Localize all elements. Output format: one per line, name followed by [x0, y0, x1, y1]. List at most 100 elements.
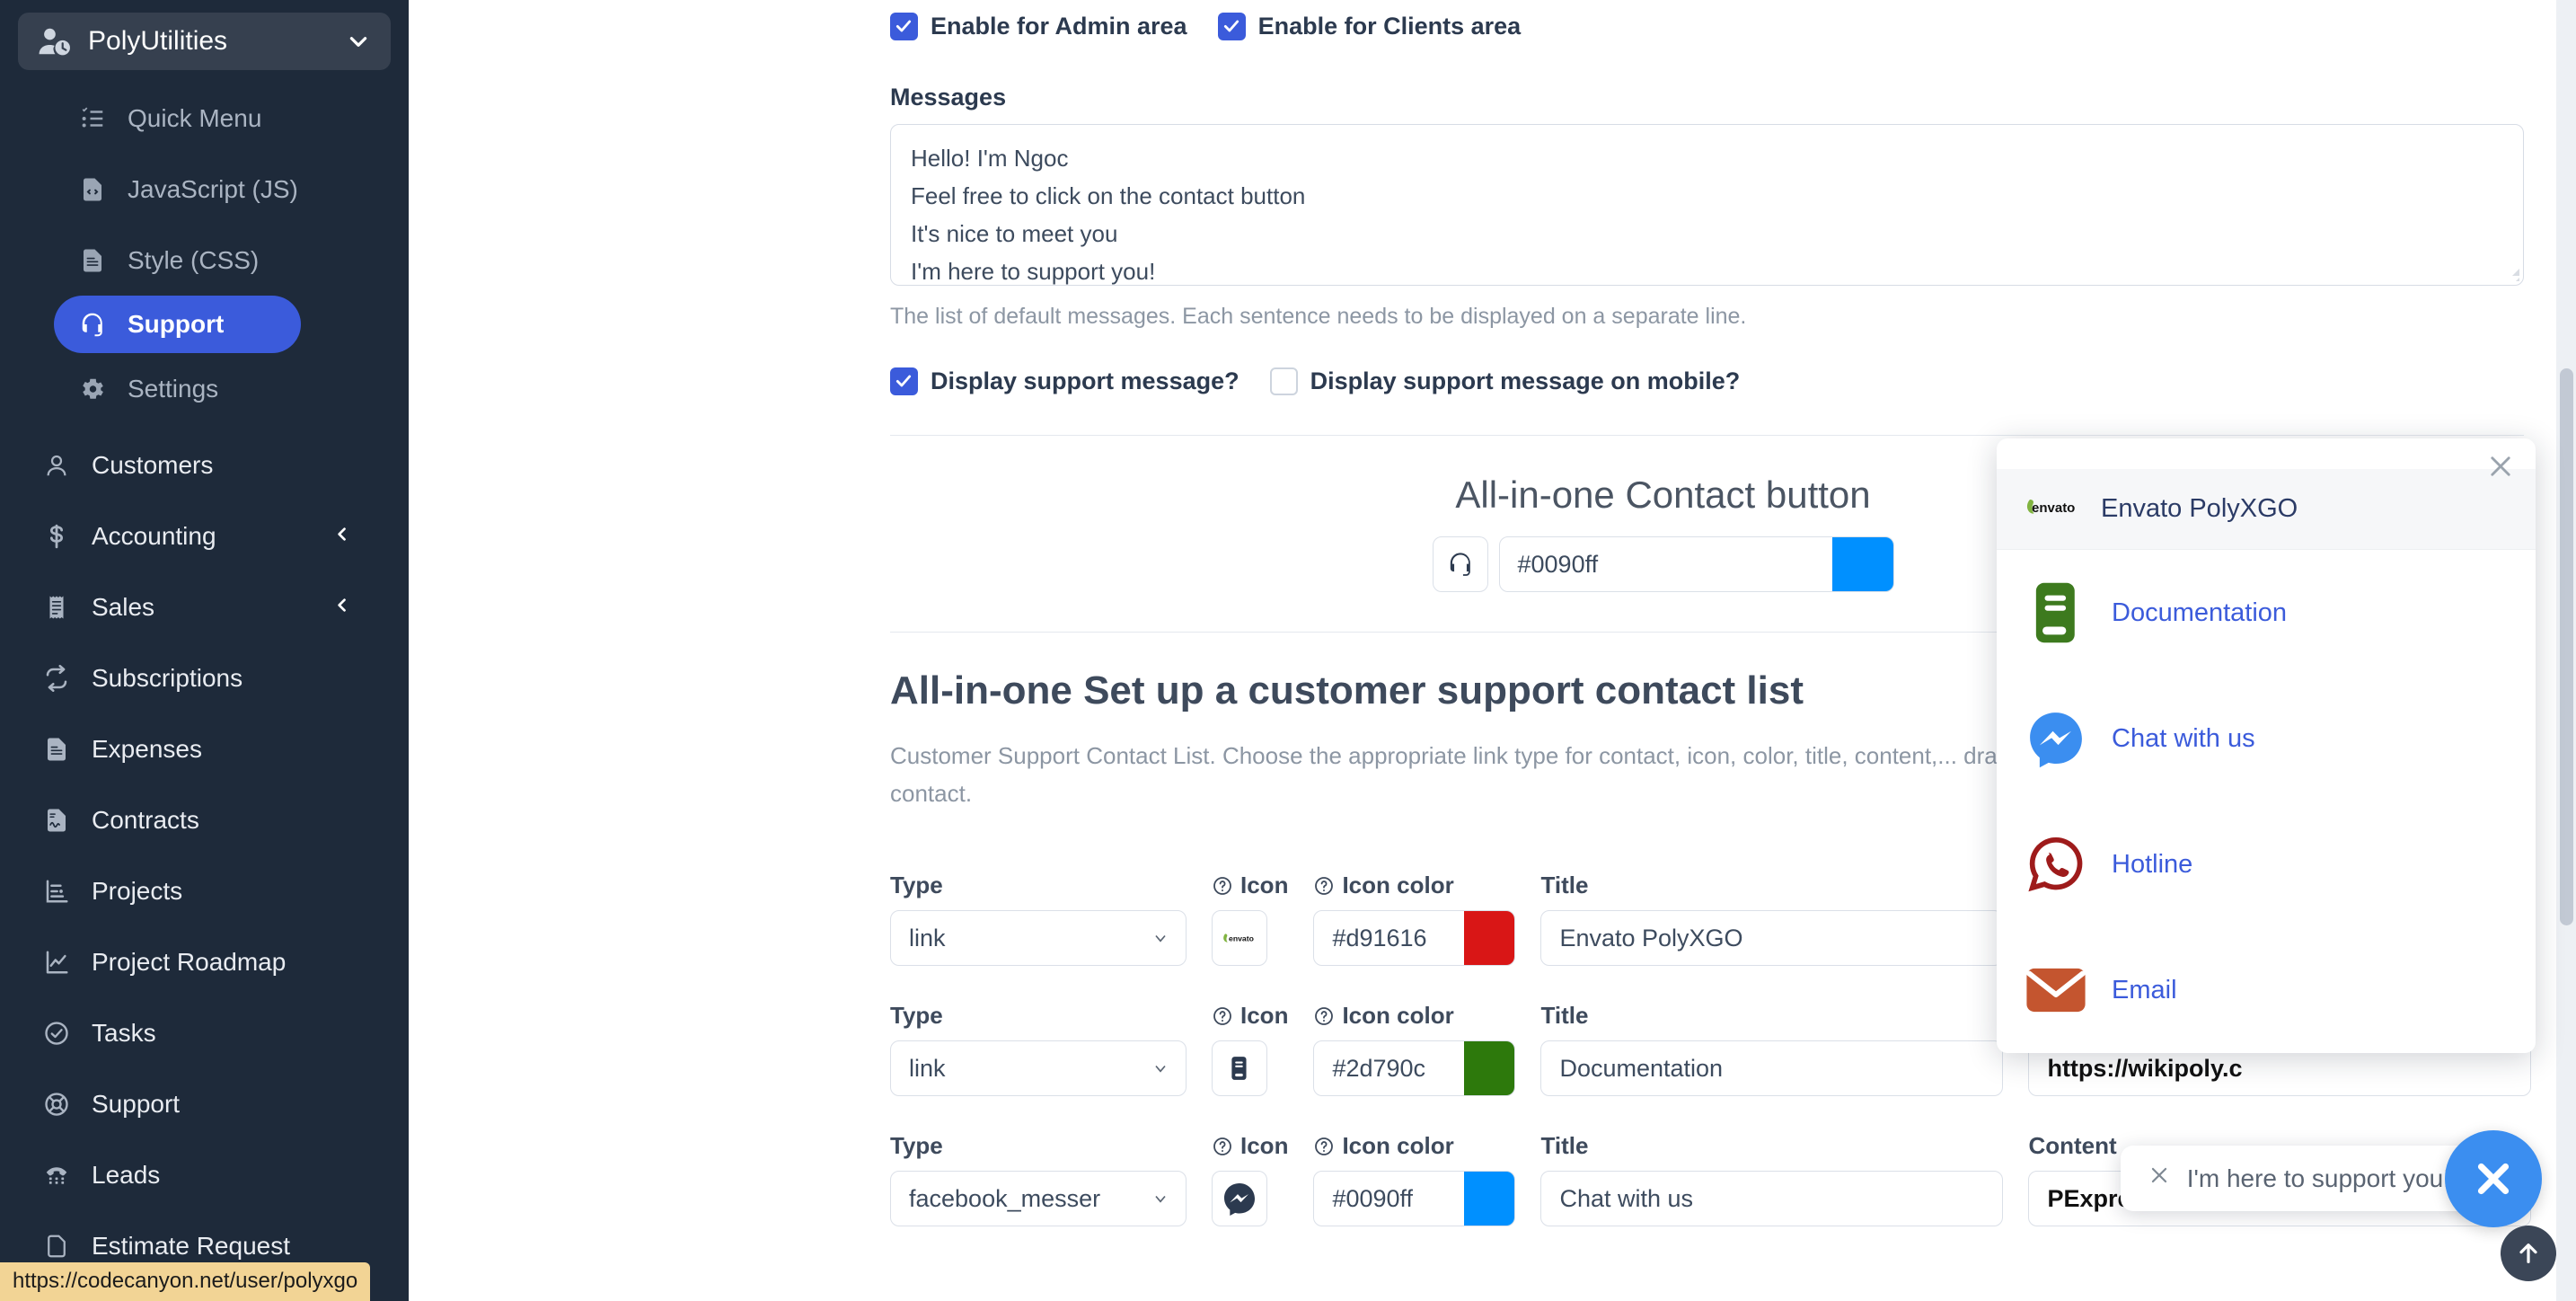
check-circle-icon: [41, 1020, 72, 1047]
close-icon[interactable]: [2148, 1164, 2171, 1193]
sidebar-item-subscriptions[interactable]: Subscriptions: [0, 642, 409, 713]
contact-widget-title: Envato PolyXGO: [2101, 494, 2298, 524]
sidebar-subnav: Quick Menu JavaScript (JS) Style (CSS): [0, 79, 409, 429]
row-type-col: Type link: [890, 1002, 1187, 1096]
headset-icon: [77, 311, 108, 338]
sidebar-item-projects[interactable]: Projects: [0, 855, 409, 926]
help-circle-icon[interactable]: [1313, 1005, 1335, 1027]
help-circle-icon[interactable]: [1212, 875, 1233, 897]
resize-grip-icon: [2505, 267, 2519, 281]
close-icon[interactable]: [2485, 451, 2516, 486]
messenger-icon: [1222, 1181, 1257, 1217]
sidebar-item-project-roadmap[interactable]: Project Roadmap: [0, 926, 409, 997]
envelope-icon: [2024, 965, 2088, 1015]
widget-item-label: Documentation: [2112, 598, 2287, 628]
scrollbar-track[interactable]: [2556, 0, 2576, 1301]
row-icon-color-swatch[interactable]: [1464, 1172, 1514, 1226]
row-icon-color-swatch[interactable]: [1464, 911, 1514, 965]
row-title-input[interactable]: Chat with us: [1540, 1171, 2003, 1226]
sidebar-item-tasks[interactable]: Tasks: [0, 997, 409, 1068]
column-header-icon-color: Icon color: [1313, 1002, 1515, 1030]
contact-button-color-input[interactable]: #0090ff: [1499, 536, 1894, 592]
messages-textarea[interactable]: Hello! I'm Ngoc Feel free to click on th…: [890, 124, 2524, 286]
sidebar-item-settings[interactable]: Settings: [0, 353, 409, 424]
sidebar-item-label: Sales: [92, 593, 154, 622]
row-type-select[interactable]: link: [890, 1040, 1187, 1096]
row-icon-preview[interactable]: [1212, 1040, 1267, 1096]
row-iconcolor-col: Icon color #0090ff: [1313, 1132, 1515, 1226]
row-icon-color-input[interactable]: #d91616: [1313, 910, 1515, 966]
scrollbar-thumb[interactable]: [2560, 368, 2573, 925]
sidebar-brand[interactable]: PolyUtilities: [18, 13, 391, 70]
row-content-value: https://wikipoly.c: [2047, 1055, 2242, 1083]
row-type-select[interactable]: facebook_messer: [890, 1171, 1187, 1226]
help-circle-icon[interactable]: [1313, 875, 1335, 897]
column-header-icon-color: Icon color: [1313, 872, 1515, 899]
sidebar-item-label: Tasks: [92, 1019, 156, 1048]
sidebar-item-quick-menu[interactable]: Quick Menu: [0, 83, 409, 154]
row-icon-color-value: #0090ff: [1314, 1185, 1464, 1213]
display-support-message-label: Display support message?: [931, 367, 1239, 395]
widget-item-documentation[interactable]: Documentation: [1997, 550, 2536, 676]
chevron-down-icon[interactable]: [346, 30, 371, 53]
display-support-message-mobile-checkbox[interactable]: [1270, 367, 1298, 395]
row-icon-color-swatch[interactable]: [1464, 1041, 1514, 1095]
row-title-input[interactable]: Documentation: [1540, 1040, 2003, 1096]
display-support-message-mobile-label: Display support message on mobile?: [1310, 367, 1741, 395]
row-iconcolor-col: Icon color #d91616: [1313, 872, 1515, 966]
widget-item-chat-with-us[interactable]: Chat with us: [1997, 676, 2536, 801]
sidebar-item-accounting[interactable]: Accounting: [0, 500, 409, 571]
enable-clients-checkbox[interactable]: [1218, 13, 1246, 40]
row-icon-preview[interactable]: envato: [1212, 910, 1267, 966]
help-circle-icon[interactable]: [1212, 1005, 1233, 1027]
contact-button-color-swatch[interactable]: [1832, 537, 1893, 591]
enable-admin-checkbox[interactable]: [890, 13, 918, 40]
file-lines-icon: [41, 736, 72, 763]
sidebar-item-customers[interactable]: Customers: [0, 429, 409, 500]
back-to-top-button[interactable]: [2501, 1226, 2556, 1281]
row-title-input[interactable]: Envato PolyXGO: [1540, 910, 2003, 966]
row-type-select[interactable]: link: [890, 910, 1187, 966]
gear-icon: [77, 376, 108, 403]
sidebar-item-sales[interactable]: Sales: [0, 571, 409, 642]
column-header-type: Type: [890, 1132, 1187, 1160]
chevron-left-icon[interactable]: [333, 525, 351, 547]
column-header-icon-text: Icon: [1240, 1132, 1288, 1160]
column-header-icon-text: Icon: [1240, 1002, 1288, 1030]
sidebar-mainnav: Customers Accounting Sales: [0, 429, 409, 1281]
widget-item-hotline[interactable]: Hotline: [1997, 801, 2536, 927]
display-support-message-checkbox[interactable]: [890, 367, 918, 395]
row-icon-color-value: #d91616: [1314, 925, 1464, 952]
help-circle-icon[interactable]: [1313, 1136, 1335, 1157]
sidebar-item-support-active[interactable]: Support: [54, 296, 301, 353]
column-header-title: Title: [1540, 1002, 2003, 1030]
row-icon-color-input[interactable]: #0090ff: [1313, 1171, 1515, 1226]
column-header-type: Type: [890, 872, 1187, 899]
row-title-value: Documentation: [1559, 1055, 1723, 1083]
headset-icon[interactable]: [1433, 536, 1488, 592]
row-icon-col: Icon: [1212, 1132, 1288, 1226]
sidebar-item-contracts[interactable]: Contracts: [0, 784, 409, 855]
section-divider: [890, 435, 2524, 436]
row-icon-preview[interactable]: [1212, 1171, 1267, 1226]
sidebar-item-expenses[interactable]: Expenses: [0, 713, 409, 784]
receipt-icon: [41, 594, 72, 621]
help-circle-icon[interactable]: [1212, 1136, 1233, 1157]
contact-fab-button[interactable]: [2445, 1130, 2542, 1227]
sidebar-item-support[interactable]: Support: [0, 1068, 409, 1139]
sidebar-item-label: Support: [128, 310, 224, 339]
chevron-left-icon[interactable]: [333, 596, 351, 618]
svg-text:envato: envato: [2032, 500, 2075, 516]
app-root: PolyUtilities Quick Menu JavaScript (JS): [0, 0, 2576, 1301]
row-title-col: Title Envato PolyXGO: [1540, 872, 2003, 966]
sidebar-item-label: Customers: [92, 451, 213, 480]
sidebar-item-label: Estimate Request: [92, 1232, 290, 1261]
sidebar-item-style-css[interactable]: Style (CSS): [0, 225, 409, 296]
row-icon-color-input[interactable]: #2d790c: [1313, 1040, 1515, 1096]
row-icon-color-value: #2d790c: [1314, 1055, 1464, 1083]
row-title-value: Envato PolyXGO: [1559, 925, 1742, 952]
widget-item-email[interactable]: Email: [1997, 927, 2536, 1053]
sidebar-item-label: Style (CSS): [128, 246, 259, 275]
sidebar-item-javascript[interactable]: JavaScript (JS): [0, 154, 409, 225]
sidebar-item-leads[interactable]: Leads: [0, 1139, 409, 1210]
